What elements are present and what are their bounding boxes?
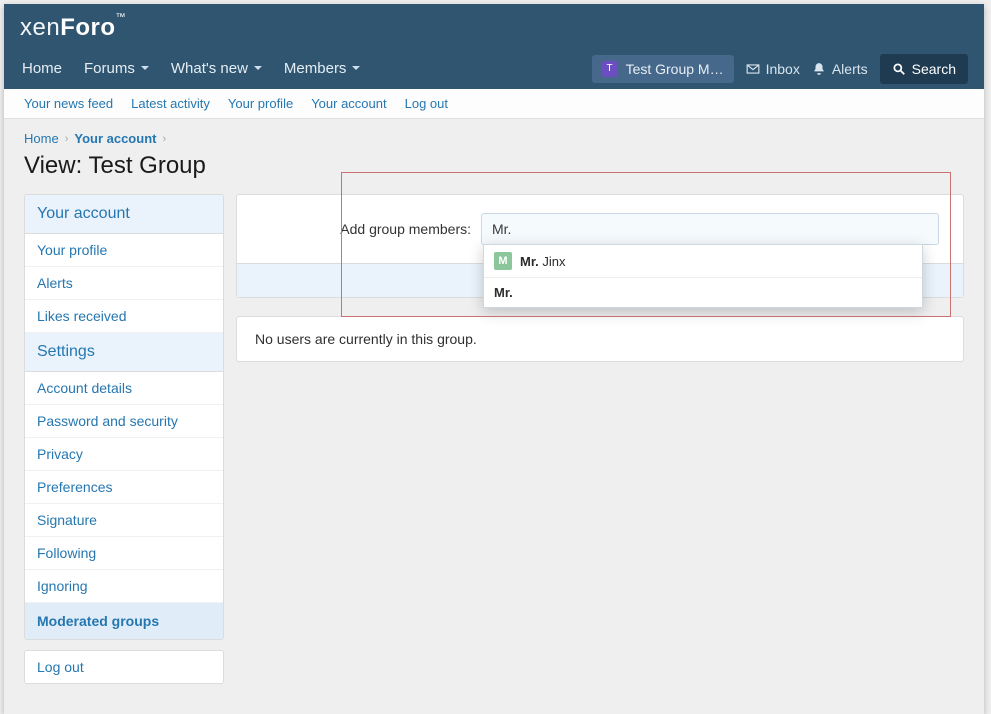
add-members-label: Add group members: [261,221,471,237]
sidebar-logout-box: Log out [24,650,224,684]
sidebar-item-ignoring[interactable]: Ignoring [25,570,223,603]
subnav: Your news feed Latest activity Your prof… [4,89,984,119]
sidebar-head-your-account: Your account [25,195,223,234]
alerts-link[interactable]: Alerts [812,61,868,77]
sidebar-item-moderated-groups[interactable]: Moderated groups [25,603,223,639]
sidebar-item-preferences[interactable]: Preferences [25,471,223,504]
sidebar-item-likes-received[interactable]: Likes received [25,300,223,333]
avatar: T [602,61,618,77]
subnav-your-profile[interactable]: Your profile [228,96,293,111]
sidebar-item-your-profile[interactable]: Your profile [25,234,223,267]
chevron-down-icon [254,66,262,74]
page-title: View: Test Group [4,150,984,194]
nav-tab-home[interactable]: Home [20,52,64,85]
sidebar-item-account-details[interactable]: Account details [25,372,223,405]
empty-state: No users are currently in this group. [236,316,964,362]
sidebar-item-following[interactable]: Following [25,537,223,570]
brand-logo[interactable]: xenForo™ [20,14,968,42]
sidebar-item-log-out[interactable]: Log out [25,651,223,683]
search-button[interactable]: Search [880,54,968,84]
sidebar-item-privacy[interactable]: Privacy [25,438,223,471]
chevron-right-icon: › [65,133,69,145]
breadcrumb-current[interactable]: Your account [74,131,156,146]
sidebar-account: Your account Your profile Alerts Likes r… [24,194,224,640]
chevron-down-icon [352,66,360,74]
inbox-link[interactable]: Inbox [746,61,800,77]
autocomplete-item[interactable]: Mr. [484,277,922,307]
chevron-down-icon [141,66,149,74]
search-icon [892,62,906,76]
user-menu[interactable]: T Test Group M… [592,55,734,83]
user-name: Test Group M… [626,61,724,77]
subnav-latest-activity[interactable]: Latest activity [131,96,210,111]
nav-tab-members[interactable]: Members [282,52,363,85]
nav-tab-forums[interactable]: Forums [82,52,151,85]
nav-tab-whats-new[interactable]: What's new [169,52,264,85]
subnav-log-out[interactable]: Log out [405,96,448,111]
subnav-your-account[interactable]: Your account [311,96,386,111]
sidebar-item-password-security[interactable]: Password and security [25,405,223,438]
avatar: M [494,252,512,270]
subnav-news-feed[interactable]: Your news feed [24,96,113,111]
bell-icon [812,62,826,76]
breadcrumb-home[interactable]: Home [24,131,59,146]
chevron-right-icon: › [162,133,166,145]
sidebar-item-signature[interactable]: Signature [25,504,223,537]
sidebar-item-alerts[interactable]: Alerts [25,267,223,300]
autocomplete-item[interactable]: M Mr. Jinx [484,245,922,277]
add-members-input[interactable] [481,213,939,245]
envelope-icon [746,62,760,76]
breadcrumb: Home › Your account › [4,119,984,150]
autocomplete-dropdown: M Mr. Jinx Mr. [483,244,923,308]
sidebar-head-settings: Settings [25,333,223,372]
